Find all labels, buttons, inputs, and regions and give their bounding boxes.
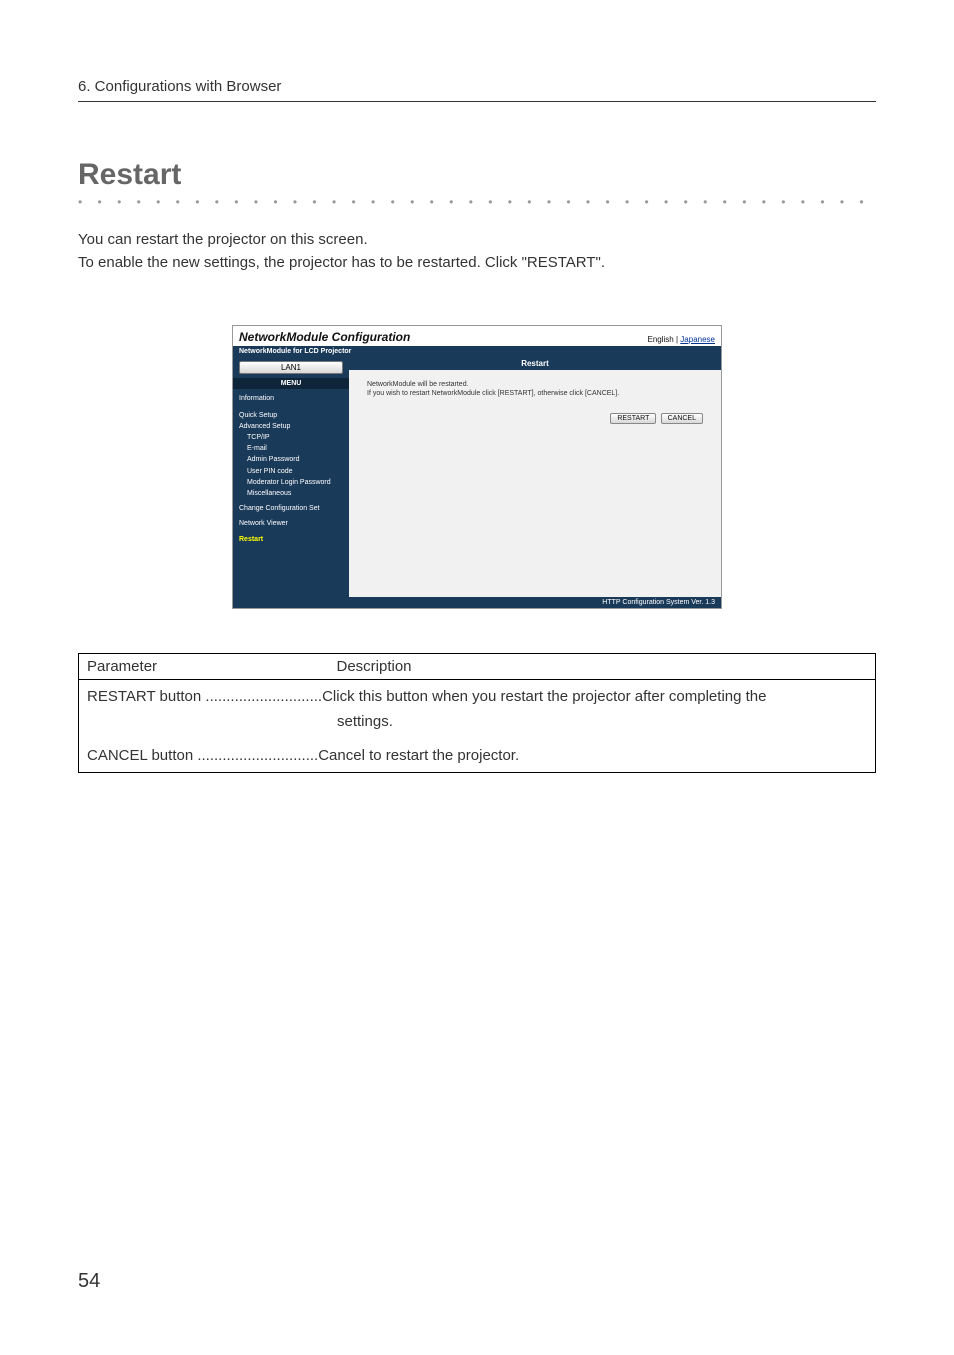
- sidebar-item-quick-setup[interactable]: Quick Setup: [239, 410, 343, 421]
- sidebar-item-advanced-setup[interactable]: Advanced Setup: [239, 421, 343, 432]
- sidebar-item-misc[interactable]: Miscellaneous: [239, 488, 343, 499]
- th-description: Description: [329, 653, 876, 679]
- rule: [78, 101, 876, 102]
- ss-footer: HTTP Configuration System Ver. 1.3: [233, 597, 721, 608]
- param-table: Parameter Description RESTART button ...…: [78, 653, 876, 774]
- sidebar-item-moderator-login[interactable]: Moderator Login Password: [239, 477, 343, 488]
- sidebar-item-restart[interactable]: Restart: [239, 534, 343, 545]
- row-restart: RESTART button .........................…: [79, 679, 876, 739]
- ss-buttons: RESTART CANCEL: [349, 399, 721, 424]
- ss-msg-line-2: If you wish to restart NetworkModule cli…: [367, 389, 703, 399]
- ss-msg: NetworkModule will be restarted. If you …: [349, 380, 721, 400]
- param-desc-line1: Click this button when you restart the p…: [322, 688, 766, 705]
- leader-dots: ............................: [201, 688, 322, 705]
- ss-sidebar: LAN1 MENU Information Quick Setup Advanc…: [233, 357, 349, 597]
- sidebar-item-network-viewer[interactable]: Network Viewer: [239, 518, 343, 529]
- ss-lang-link[interactable]: Japanese: [680, 335, 715, 344]
- cancel-button[interactable]: CANCEL: [661, 413, 703, 424]
- leader-dots: .............................: [193, 747, 318, 764]
- page-number: 54: [78, 1270, 100, 1293]
- ss-msg-line-1: NetworkModule will be restarted.: [367, 380, 703, 390]
- body-line-1: You can restart the projector on this sc…: [78, 228, 876, 251]
- ss-lang: English | Japanese: [648, 335, 715, 344]
- sidebar-item-user-pin[interactable]: User PIN code: [239, 466, 343, 477]
- sidebar-item-tcpip[interactable]: TCP/IP: [239, 432, 343, 443]
- body-text: You can restart the projector on this sc…: [78, 228, 876, 275]
- param-name: CANCEL button: [87, 747, 193, 764]
- table-row: CANCEL button ..........................…: [79, 739, 876, 773]
- section-title: Restart: [78, 158, 876, 192]
- ss-main: Restart NetworkModule will be restarted.…: [349, 357, 721, 597]
- table-header-row: Parameter Description: [79, 653, 876, 679]
- ss-subheader: NetworkModule for LCD Projector: [233, 346, 721, 357]
- restart-button[interactable]: RESTART: [610, 413, 656, 424]
- embedded-screenshot: NetworkModule Configuration English | Ja…: [232, 325, 722, 609]
- dot-separator: • • • • • • • • • • • • • • • • • • • • …: [78, 198, 876, 206]
- sidebar-item-admin-password[interactable]: Admin Password: [239, 454, 343, 465]
- param-name: RESTART button: [87, 688, 201, 705]
- ss-lan-button[interactable]: LAN1: [239, 361, 343, 374]
- ss-main-title: Restart: [349, 357, 721, 370]
- ss-lang-prefix: English |: [648, 335, 679, 344]
- row-cancel: CANCEL button ..........................…: [79, 739, 876, 773]
- sidebar-item-email[interactable]: E-mail: [239, 443, 343, 454]
- ss-menu-header: MENU: [233, 378, 349, 389]
- body-line-2: To enable the new settings, the projecto…: [78, 251, 876, 274]
- ss-body: LAN1 MENU Information Quick Setup Advanc…: [233, 357, 721, 597]
- sidebar-item-change-config[interactable]: Change Configuration Set: [239, 503, 343, 514]
- param-desc-line1: Cancel to restart the projector.: [318, 747, 519, 764]
- table-row: RESTART button .........................…: [79, 679, 876, 739]
- ss-header: NetworkModule Configuration English | Ja…: [233, 326, 721, 346]
- sidebar-item-information[interactable]: Information: [239, 393, 343, 404]
- ss-window-title: NetworkModule Configuration: [239, 330, 410, 344]
- page: 6. Configurations with Browser Restart •…: [0, 0, 954, 1355]
- th-parameter: Parameter: [79, 653, 329, 679]
- ss-menu: Information Quick Setup Advanced Setup T…: [233, 389, 349, 549]
- param-desc-line2: settings.: [87, 709, 867, 735]
- chapter-heading: 6. Configurations with Browser: [78, 78, 876, 95]
